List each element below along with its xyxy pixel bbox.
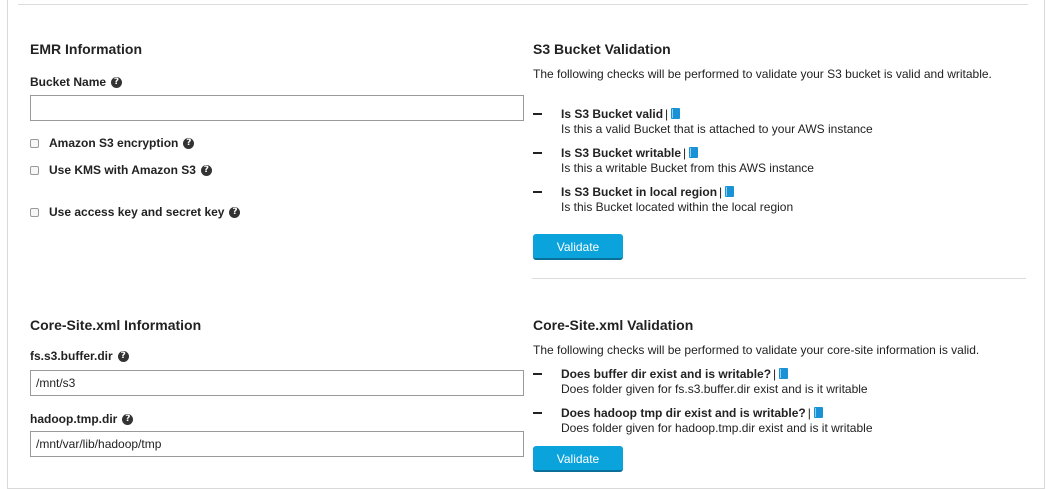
book-icon[interactable] bbox=[725, 186, 735, 197]
kms-label: Use KMS with Amazon S3 bbox=[49, 163, 196, 177]
core-site-title: Core-Site.xml Information bbox=[30, 317, 202, 333]
check-title: Is S3 Bucket in local region | bbox=[561, 185, 735, 199]
s3-encryption-checkbox[interactable] bbox=[30, 138, 39, 148]
checkbox-row-access-key: Use access key and secret key? bbox=[30, 205, 241, 219]
separator: | bbox=[719, 185, 723, 199]
help-circle-icon[interactable]: ? bbox=[200, 164, 212, 176]
check-title: Does hadoop tmp dir exist and is writabl… bbox=[561, 406, 823, 420]
tmp-dir-label: hadoop.tmp.dir? bbox=[30, 412, 134, 426]
check-description: Is this a valid Bucket that is attached … bbox=[561, 122, 873, 136]
dash-icon bbox=[533, 113, 542, 115]
buffer-dir-label-text: fs.s3.buffer.dir bbox=[30, 349, 113, 363]
s3-encryption-label: Amazon S3 encryption bbox=[49, 136, 179, 150]
core-validate-button[interactable]: Validate bbox=[533, 446, 623, 472]
dash-icon bbox=[533, 152, 542, 154]
checkbox-row-s3-encryption: Amazon S3 encryption? bbox=[30, 136, 195, 150]
check-description: Does folder given for fs.s3.buffer.dir e… bbox=[561, 382, 868, 396]
dash-icon bbox=[533, 412, 542, 414]
emr-section-title: EMR Information bbox=[30, 41, 142, 57]
check-title-text: Is S3 Bucket valid bbox=[561, 107, 664, 121]
top-divider bbox=[18, 4, 1028, 5]
dash-icon bbox=[533, 191, 542, 193]
section-divider bbox=[532, 278, 1026, 279]
help-circle-icon[interactable]: ? bbox=[117, 351, 129, 362]
book-icon[interactable] bbox=[813, 407, 823, 418]
core-validation-title: Core-Site.xml Validation bbox=[533, 317, 694, 333]
separator: | bbox=[773, 367, 777, 381]
core-validation-intro: The following checks will be performed t… bbox=[533, 343, 980, 357]
help-circle-icon[interactable]: ? bbox=[183, 137, 195, 149]
s3-validate-button[interactable]: Validate bbox=[533, 234, 623, 260]
bucket-name-label-text: Bucket Name bbox=[30, 75, 107, 89]
book-icon[interactable] bbox=[779, 368, 789, 379]
check-title: Is S3 Bucket valid | bbox=[561, 107, 681, 121]
check-description: Does folder given for hadoop.tmp.dir exi… bbox=[561, 421, 873, 435]
help-circle-icon[interactable]: ? bbox=[111, 77, 123, 88]
check-title-text: Does buffer dir exist and is writable? bbox=[561, 367, 772, 381]
separator: | bbox=[807, 406, 811, 420]
access-key-label: Use access key and secret key bbox=[49, 205, 225, 219]
help-circle-icon[interactable]: ? bbox=[229, 206, 241, 218]
book-icon[interactable] bbox=[689, 147, 699, 158]
check-title-text: Does hadoop tmp dir exist and is writabl… bbox=[561, 406, 806, 420]
check-description: Is this Bucket located within the local … bbox=[561, 200, 794, 214]
buffer-dir-input[interactable] bbox=[30, 370, 524, 396]
dash-icon bbox=[533, 373, 542, 375]
kms-checkbox[interactable] bbox=[30, 165, 39, 175]
buffer-dir-label: fs.s3.buffer.dir? bbox=[30, 349, 129, 363]
help-circle-icon[interactable]: ? bbox=[122, 414, 134, 425]
s3-validation-intro: The following checks will be performed t… bbox=[533, 67, 992, 81]
tmp-dir-input[interactable] bbox=[30, 431, 524, 457]
check-description: Is this a writable Bucket from this AWS … bbox=[561, 161, 814, 175]
access-key-checkbox[interactable] bbox=[30, 207, 39, 217]
separator: | bbox=[665, 107, 669, 121]
check-title: Does buffer dir exist and is writable? | bbox=[561, 367, 789, 381]
separator: | bbox=[683, 146, 687, 160]
bucket-name-label: Bucket Name? bbox=[30, 75, 123, 89]
check-title-text: Is S3 Bucket in local region bbox=[561, 185, 718, 199]
book-icon[interactable] bbox=[671, 108, 681, 119]
tmp-dir-label-text: hadoop.tmp.dir bbox=[30, 412, 118, 426]
checkbox-row-kms: Use KMS with Amazon S3? bbox=[30, 163, 212, 177]
check-title: Is S3 Bucket writable | bbox=[561, 146, 699, 160]
s3-validation-title: S3 Bucket Validation bbox=[533, 41, 671, 57]
check-title-text: Is S3 Bucket writable bbox=[561, 146, 682, 160]
bucket-name-input[interactable] bbox=[30, 95, 524, 121]
